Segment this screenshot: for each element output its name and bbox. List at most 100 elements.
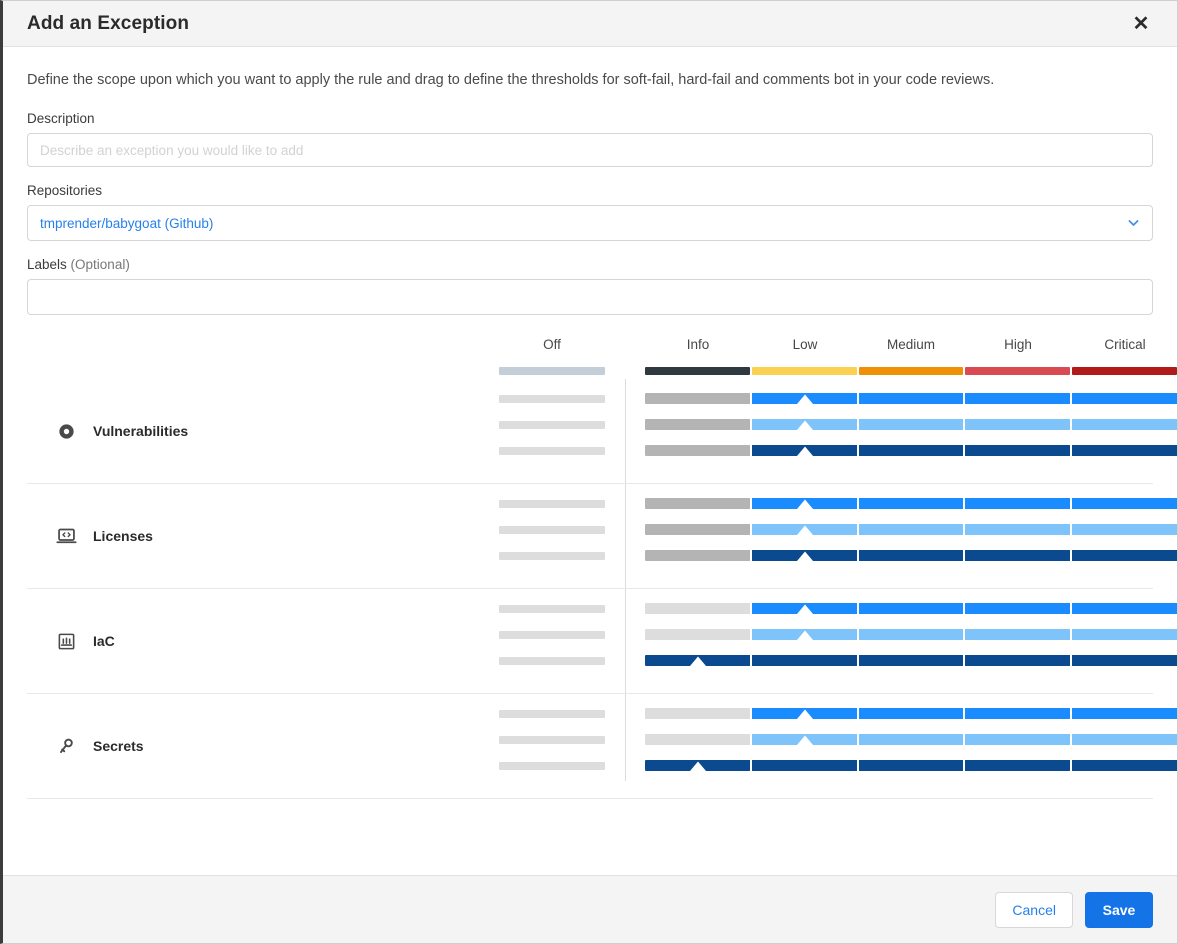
threshold-segment-medium[interactable] <box>858 734 966 746</box>
threshold-segment-low[interactable] <box>751 550 859 562</box>
threshold-segment-high[interactable] <box>965 524 1073 536</box>
description-input[interactable] <box>27 133 1153 168</box>
threshold-slider-hard-fail[interactable] <box>27 760 1177 772</box>
off-segment[interactable] <box>499 736 605 745</box>
threshold-segment-info[interactable] <box>645 734 752 746</box>
off-segment[interactable] <box>499 762 605 771</box>
threshold-segment-low[interactable] <box>751 445 859 457</box>
threshold-segment-info[interactable] <box>645 393 752 405</box>
threshold-segment-low[interactable] <box>751 419 859 431</box>
threshold-segment-critical[interactable] <box>1072 550 1177 562</box>
threshold-segment-info[interactable] <box>645 445 752 457</box>
threshold-segment-info[interactable] <box>645 419 752 431</box>
threshold-segment-low[interactable] <box>751 655 859 667</box>
threshold-segment-critical[interactable] <box>1072 498 1177 510</box>
threshold-segment-medium[interactable] <box>858 524 966 536</box>
threshold-segment-high[interactable] <box>965 445 1073 457</box>
threshold-segment-high[interactable] <box>965 393 1073 405</box>
threshold-segment-critical[interactable] <box>1072 655 1177 667</box>
labels-label-text: Labels <box>27 257 67 273</box>
threshold-segment-medium[interactable] <box>858 708 966 720</box>
threshold-segment-info[interactable] <box>645 550 752 562</box>
threshold-segment-low[interactable] <box>751 498 859 510</box>
threshold-segment-high[interactable] <box>965 760 1073 772</box>
threshold-segment-low[interactable] <box>751 393 859 405</box>
threshold-segment-medium[interactable] <box>858 760 966 772</box>
legend-segment-low <box>751 367 857 376</box>
threshold-segment-critical[interactable] <box>1072 629 1177 641</box>
threshold-segment-critical[interactable] <box>1072 708 1177 720</box>
threshold-segment-medium[interactable] <box>858 419 966 431</box>
column-header-high: High <box>1004 337 1032 353</box>
threshold-slider-soft-fail[interactable] <box>27 629 1177 641</box>
threshold-segment-info[interactable] <box>645 603 752 615</box>
threshold-segment-high[interactable] <box>965 629 1073 641</box>
threshold-segment-critical[interactable] <box>1072 603 1177 615</box>
threshold-slider-soft-fail[interactable] <box>27 524 1177 536</box>
threshold-slider-soft-fail[interactable] <box>27 734 1177 746</box>
threshold-segment-critical[interactable] <box>1072 760 1177 772</box>
off-segment[interactable] <box>499 605 605 614</box>
threshold-segment-low[interactable] <box>751 734 859 746</box>
close-icon[interactable]: ✕ <box>1127 10 1155 38</box>
threshold-segment-critical[interactable] <box>1072 419 1177 431</box>
threshold-segment-info[interactable] <box>645 760 752 772</box>
repositories-select-wrap: tmprender/babygoat (Github) <box>27 205 1153 242</box>
threshold-segment-low[interactable] <box>751 603 859 615</box>
off-segment[interactable] <box>499 500 605 509</box>
threshold-segment-high[interactable] <box>965 708 1073 720</box>
threshold-segment-high[interactable] <box>965 550 1073 562</box>
off-segment[interactable] <box>499 631 605 640</box>
threshold-segment-critical[interactable] <box>1072 445 1177 457</box>
threshold-slider-comments-bot[interactable] <box>27 393 1177 405</box>
threshold-segment-high[interactable] <box>965 498 1073 510</box>
threshold-segment-high[interactable] <box>965 419 1073 431</box>
threshold-slider-soft-fail[interactable] <box>27 419 1177 431</box>
threshold-segment-medium[interactable] <box>858 393 966 405</box>
threshold-segment-info[interactable] <box>645 524 752 536</box>
off-segment[interactable] <box>499 657 605 666</box>
threshold-slider-comments-bot[interactable] <box>27 498 1177 510</box>
threshold-segment-high[interactable] <box>965 603 1073 615</box>
off-segment[interactable] <box>499 447 605 456</box>
labels-input[interactable] <box>27 279 1153 316</box>
off-segment[interactable] <box>499 552 605 561</box>
threshold-slider-comments-bot[interactable] <box>27 708 1177 720</box>
threshold-segment-critical[interactable] <box>1072 734 1177 746</box>
off-segment[interactable] <box>499 421 605 430</box>
threshold-segment-low[interactable] <box>751 629 859 641</box>
threshold-segment-low[interactable] <box>751 524 859 536</box>
off-segment[interactable] <box>499 395 605 404</box>
threshold-segment-medium[interactable] <box>858 603 966 615</box>
repositories-selected-value: tmprender/babygoat (Github) <box>40 215 214 231</box>
threshold-segment-low[interactable] <box>751 708 859 720</box>
cancel-button[interactable]: Cancel <box>995 891 1073 928</box>
threshold-segment-medium[interactable] <box>858 629 966 641</box>
repositories-select[interactable]: tmprender/babygoat (Github) <box>27 205 1153 242</box>
description-label: Description <box>27 111 95 127</box>
off-segment[interactable] <box>499 710 605 719</box>
threshold-slider-comments-bot[interactable] <box>27 603 1177 615</box>
threshold-segment-info[interactable] <box>645 655 752 667</box>
threshold-slider-hard-fail[interactable] <box>27 445 1177 457</box>
severity-threshold-matrix: Off Info Low Medium High Critical Vulnerabili… <box>27 337 1177 800</box>
dialog-description: Define the scope upon which you want to … <box>27 72 995 88</box>
threshold-slider-hard-fail[interactable] <box>27 550 1177 562</box>
threshold-segment-medium[interactable] <box>858 498 966 510</box>
threshold-segment-info[interactable] <box>645 629 752 641</box>
threshold-segment-low[interactable] <box>751 760 859 772</box>
threshold-segment-high[interactable] <box>965 655 1073 667</box>
threshold-slider-hard-fail[interactable] <box>27 655 1177 667</box>
threshold-segment-info[interactable] <box>645 708 752 720</box>
threshold-segment-medium[interactable] <box>858 445 966 457</box>
threshold-segment-medium[interactable] <box>858 550 966 562</box>
save-button[interactable]: Save <box>1085 891 1153 928</box>
threshold-segment-info[interactable] <box>645 498 752 510</box>
threshold-segment-critical[interactable] <box>1072 393 1177 405</box>
threshold-segment-high[interactable] <box>965 734 1073 746</box>
threshold-segment-medium[interactable] <box>858 655 966 667</box>
threshold-segment-critical[interactable] <box>1072 524 1177 536</box>
severity-column-headers: Off Info Low Medium High Critical <box>27 337 1153 361</box>
off-segment[interactable] <box>499 526 605 535</box>
column-header-info: Info <box>686 337 710 353</box>
